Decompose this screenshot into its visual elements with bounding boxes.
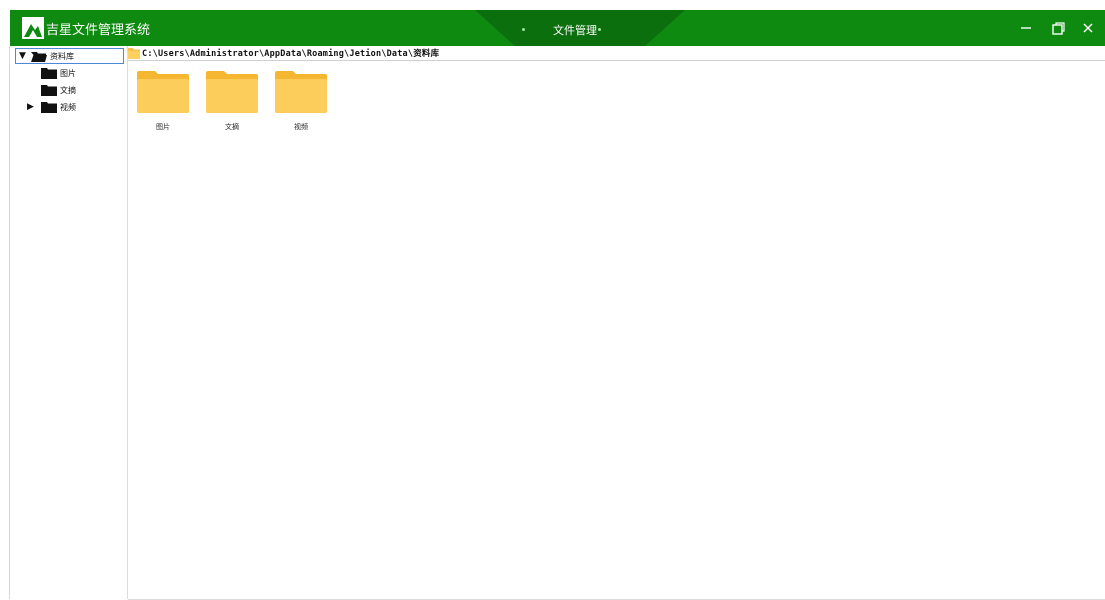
restore-icon [1051, 21, 1065, 35]
title-dot-right [598, 28, 601, 31]
tree-item-label: 视频 [60, 102, 76, 112]
app-title: 吉星文件管理系统 [46, 23, 151, 38]
current-path: C:\Users\Administrator\AppData\Roaming\J… [142, 49, 440, 59]
folder-icon [128, 48, 140, 59]
tree-item-root[interactable]: ▼ 资料库 [15, 48, 124, 64]
tree-item-pictures[interactable]: 图片 [41, 65, 76, 81]
folder-label: 文摘 [225, 123, 239, 131]
folder-content-area[interactable]: 图片 文摘 视频 [128, 61, 1105, 600]
folder-item-digest[interactable]: 文摘 [204, 71, 260, 133]
path-bar: C:\Users\Administrator\AppData\Roaming\J… [128, 46, 1105, 61]
restore-button[interactable] [1047, 17, 1069, 39]
tree-item-digest[interactable]: 文摘 [41, 82, 76, 98]
center-title: 文件管理 [553, 24, 597, 37]
folder-item-pictures[interactable]: 图片 [135, 71, 191, 133]
expanded-arrow-icon[interactable]: ▼ [19, 51, 31, 61]
folder-icon [137, 71, 189, 113]
folder-icon [206, 71, 258, 113]
title-bar: 吉星文件管理系统 文件管理 [10, 10, 1105, 46]
collapsed-arrow-icon[interactable]: ▶ [27, 102, 41, 112]
folder-label: 视频 [294, 123, 308, 131]
folder-item-videos[interactable]: 视频 [273, 71, 329, 133]
open-folder-icon [31, 51, 47, 62]
tree-item-label: 图片 [60, 68, 76, 78]
folder-icon [41, 101, 57, 113]
folder-icon [275, 71, 327, 113]
folder-icon [41, 67, 57, 79]
folder-icon [41, 84, 57, 96]
tree-item-label: 资料库 [50, 51, 74, 61]
close-icon [1083, 23, 1093, 33]
minimize-icon [1021, 27, 1031, 29]
folder-tree[interactable]: ▼ 资料库 图片 文摘 ▶ 视频 [10, 46, 128, 599]
minimize-button[interactable] [1015, 17, 1037, 39]
folder-label: 图片 [156, 123, 170, 131]
tree-item-label: 文摘 [60, 85, 76, 95]
tree-item-videos[interactable]: ▶ 视频 [27, 99, 76, 115]
app-logo-icon [22, 17, 44, 39]
title-dot-left [522, 28, 525, 31]
close-button[interactable] [1077, 17, 1099, 39]
